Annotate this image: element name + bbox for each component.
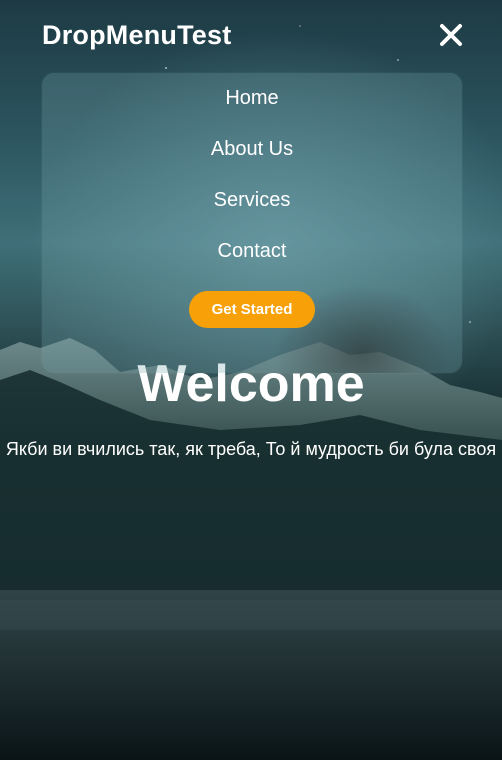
close-menu-button[interactable] xyxy=(438,22,464,48)
menu-item-services[interactable]: Services xyxy=(42,188,462,212)
brand-logo[interactable]: DropMenuTest xyxy=(42,20,231,51)
get-started-button[interactable]: Get Started xyxy=(189,291,315,328)
close-icon xyxy=(440,24,462,46)
menu-item-home[interactable]: Home xyxy=(42,86,462,110)
top-bar: DropMenuTest xyxy=(0,0,502,70)
hero-subtitle: Якби ви вчились так, як треба, То й мудр… xyxy=(5,439,497,459)
dropdown-menu: Home About Us Services Contact Get Start… xyxy=(42,73,462,373)
menu-item-contact[interactable]: Contact xyxy=(42,239,462,263)
menu-backdrop xyxy=(42,73,462,373)
menu-item-about-us[interactable]: About Us xyxy=(42,137,462,161)
